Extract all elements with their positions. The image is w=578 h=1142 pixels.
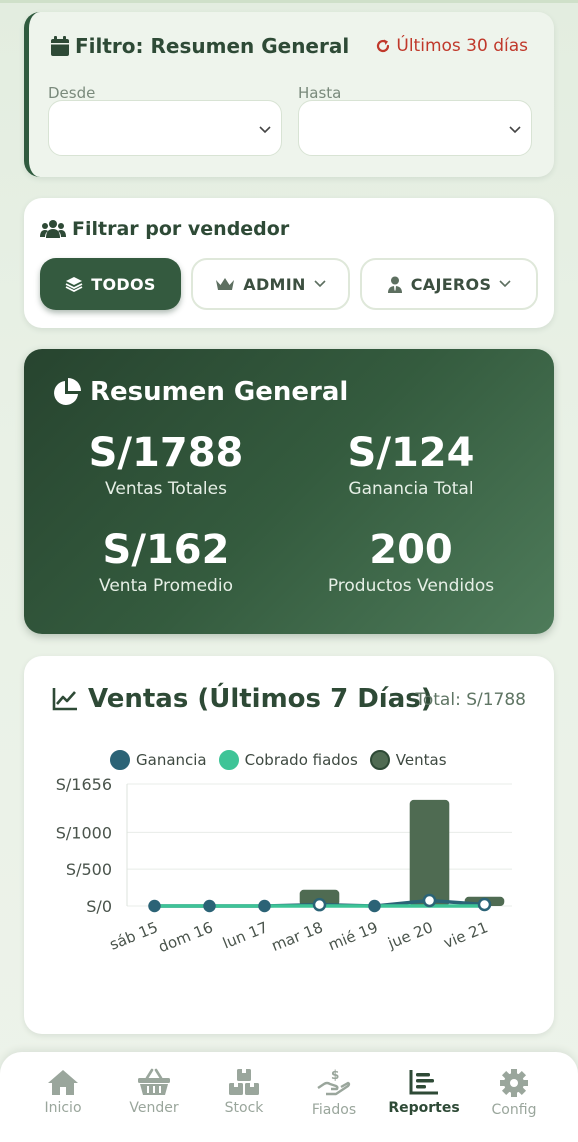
vendor-filter-admin-button[interactable]: ADMIN (191, 258, 350, 310)
stat-total-sales: S/1788 Ventas Totales (41, 429, 291, 499)
layers-icon (65, 277, 83, 292)
legend-label: Ganancia (136, 751, 207, 769)
stat-label: Ganancia Total (348, 479, 474, 499)
reports-screen: Filtro: Resumen General Últimos 30 días … (0, 0, 578, 1142)
vendor-filter-cashiers-label: CAJEROS (410, 274, 492, 294)
vendor-filter-card: Filtrar por vendedor TODOS ADMIN CAJEROS (24, 198, 554, 328)
legend-label: Ventas (395, 751, 447, 769)
stat-value: S/162 (102, 527, 230, 573)
crown-icon (216, 278, 235, 290)
y-tick-label: S/1656 (56, 775, 112, 794)
vendor-filter-all-button[interactable]: TODOS (40, 258, 181, 310)
point-ganancia (203, 899, 216, 913)
hand-holding-dollar-icon: $ (317, 1068, 351, 1096)
nav-label: Fiados (311, 1102, 357, 1118)
from-date-select[interactable] (48, 100, 282, 156)
users-icon (40, 220, 66, 238)
chart-title: Ventas (Últimos 7 Días) (52, 684, 433, 714)
vendor-filter-all-label: TODOS (91, 274, 156, 294)
legend-item-ventas[interactable]: Ventas (369, 750, 447, 770)
nav-item-config[interactable]: Config (469, 1068, 559, 1118)
y-tick-label: S/0 (86, 897, 112, 916)
stat-average-sale: S/162 Venta Promedio (41, 526, 291, 596)
legend-label: Cobrado fiados (244, 751, 358, 769)
home-icon (48, 1070, 78, 1095)
last-30-days-button[interactable]: Últimos 30 días (375, 36, 528, 56)
bottom-nav: Inicio Vender Stock $ Fiados Reportes Co… (0, 1052, 578, 1142)
x-tick-label: dom 16 (156, 918, 216, 956)
chart-total: Total: S/1788 (415, 690, 526, 710)
nav-label: Inicio (44, 1100, 82, 1116)
calendar-icon (51, 36, 69, 56)
chevron-down-icon (259, 126, 271, 134)
stat-value: S/124 (347, 430, 475, 476)
nav-item-reportes[interactable]: Reportes (379, 1068, 469, 1116)
nav-label: Config (491, 1102, 537, 1118)
vendor-filter-admin-label: ADMIN (243, 274, 306, 294)
x-tick-label: mar 18 (269, 918, 326, 955)
summary-card: Resumen General S/1788 Ventas Totales S/… (24, 349, 554, 634)
stat-label: Ventas Totales (105, 479, 227, 499)
nav-item-stock[interactable]: Stock (199, 1068, 289, 1116)
nav-label: Stock (224, 1100, 264, 1116)
filter-title: Filtro: Resumen General (51, 34, 349, 58)
sales-chart: S/0 S/500 S/1000 S/1656 sáb 15dom 16 lun 17ma… (56, 775, 512, 956)
point-ganancia (258, 899, 271, 913)
stat-value: S/1788 (88, 430, 244, 476)
legend-swatch (218, 750, 239, 770)
point-ganancia (477, 897, 492, 912)
legend-item-ganancia[interactable]: Ganancia (110, 750, 207, 770)
x-tick-label: sáb 15 (107, 918, 160, 954)
y-tick-label: S/1000 (56, 823, 112, 842)
line-chart-icon (52, 688, 77, 711)
legend-swatch (110, 750, 130, 770)
stat-products-sold: 200 Productos Vendidos (286, 526, 536, 596)
user-tie-icon (387, 276, 402, 293)
summary-title: Resumen General (52, 377, 348, 407)
shopping-basket-icon (138, 1068, 170, 1095)
chevron-down-icon (509, 126, 521, 134)
vendor-filter-title-text: Filtrar por vendedor (72, 218, 290, 240)
chevron-down-icon (499, 280, 511, 288)
x-tick-label: mié 19 (326, 918, 381, 954)
chart-legend: Ganancia Cobrado fiados Ventas (110, 750, 447, 770)
stat-label: Productos Vendidos (327, 576, 495, 596)
legend-swatch (369, 750, 390, 770)
sales-chart-card: Ventas (Últimos 7 Días) Total: S/1788 Ga… (24, 656, 554, 1034)
bar-chart-icon (409, 1070, 438, 1095)
reset-link-label: Últimos 30 días (396, 36, 528, 56)
point-ganancia (148, 899, 161, 913)
point-ganancia (422, 893, 437, 908)
point-ganancia (312, 897, 327, 912)
svg-text:$: $ (331, 1068, 339, 1082)
gear-icon (500, 1069, 528, 1097)
stat-value: 200 (369, 527, 453, 573)
nav-item-vender[interactable]: Vender (109, 1068, 199, 1116)
filter-title-text: Filtro: Resumen General (75, 34, 350, 58)
x-tick-label: jue 20 (384, 918, 435, 953)
chevron-down-icon (314, 280, 326, 288)
stat-label: Venta Promedio (99, 576, 233, 596)
refresh-icon (377, 39, 390, 53)
summary-title-text: Resumen General (90, 377, 349, 407)
nav-label: Reportes (388, 1100, 460, 1116)
top-divider (0, 0, 578, 3)
vendor-filter-cashiers-button[interactable]: CAJEROS (360, 258, 538, 310)
boxes-icon (229, 1069, 259, 1095)
nav-label: Vender (129, 1100, 179, 1116)
date-filter-card: Filtro: Resumen General Últimos 30 días … (24, 12, 554, 177)
x-tick-label: lun 17 (220, 918, 270, 952)
chart-title-text: Ventas (Últimos 7 Días) (88, 684, 433, 714)
nav-item-fiados[interactable]: $ Fiados (289, 1068, 379, 1118)
stat-total-profit: S/124 Ganancia Total (286, 429, 536, 499)
legend-item-cobrado-fiados[interactable]: Cobrado fiados (218, 750, 358, 770)
x-tick-label: vie 21 (441, 918, 491, 952)
bar-ventas (409, 799, 450, 906)
y-tick-label: S/500 (66, 860, 112, 879)
pie-chart-icon (54, 378, 81, 405)
nav-item-inicio[interactable]: Inicio (18, 1068, 108, 1116)
to-date-select[interactable] (298, 100, 532, 156)
point-ganancia (368, 899, 381, 913)
vendor-filter-title: Filtrar por vendedor (40, 218, 289, 240)
